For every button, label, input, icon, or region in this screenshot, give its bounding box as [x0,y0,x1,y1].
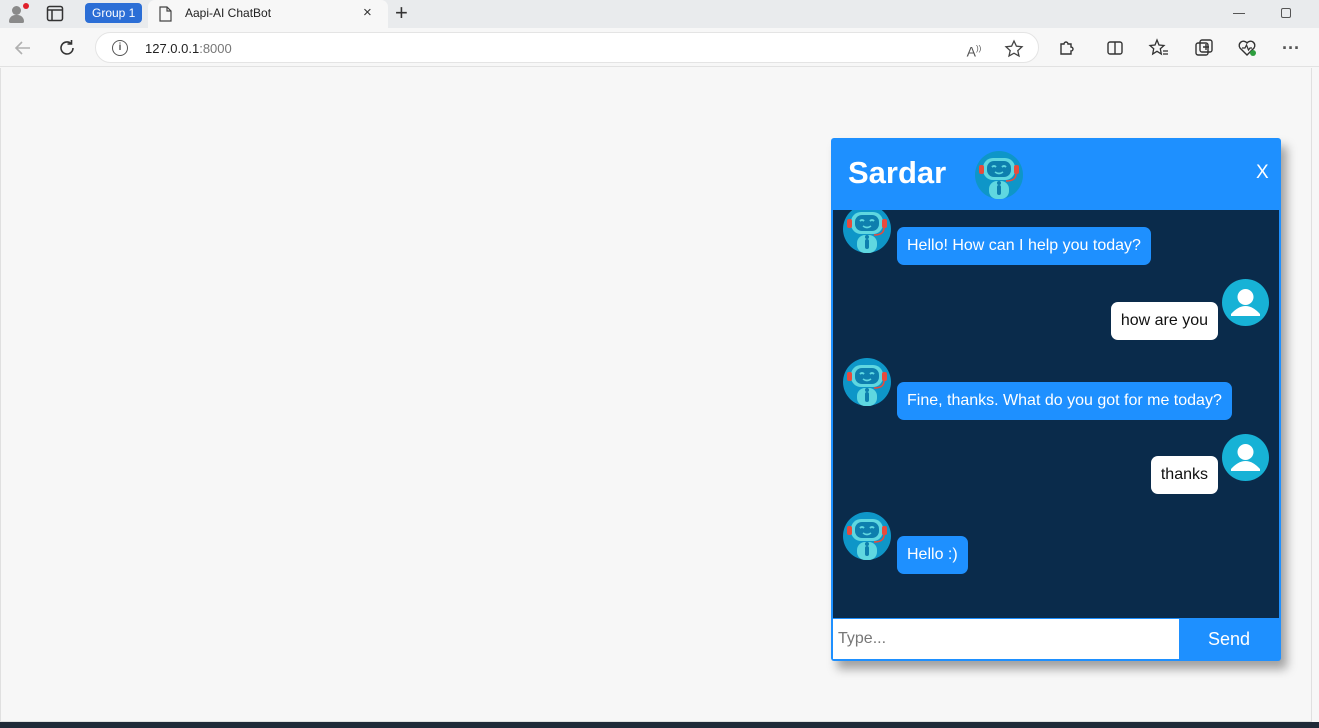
extensions-icon[interactable] [1055,37,1077,59]
back-icon[interactable] [12,37,34,59]
chat-input-bar: Send [833,619,1279,659]
user-avatar-icon [1222,279,1269,326]
profile-icon[interactable] [6,3,29,25]
bot-message: Fine, thanks. What do you got for me tod… [897,382,1232,420]
tab-title: Aapi-AI ChatBot [185,6,272,20]
new-tab-icon[interactable]: + [395,2,408,24]
favorites-icon[interactable] [1148,37,1170,59]
address-bar[interactable]: i 127.0.0.1:8000 A)) [95,32,1039,63]
read-aloud-icon[interactable]: A)) [964,39,984,60]
bot-avatar-icon [842,511,892,561]
minimize-icon[interactable] [1233,13,1245,14]
taskbar-edge [0,722,1319,728]
chat-header: Sardar X [831,138,1281,210]
browser-essentials-icon[interactable] [1236,37,1258,59]
bot-message: Hello :) [897,536,968,574]
chat-close-button[interactable]: X [1256,162,1269,184]
robot-avatar-icon [974,150,1024,200]
restore-icon[interactable] [1281,8,1291,18]
user-message: how are you [1110,302,1218,340]
page-icon [159,6,172,22]
refresh-icon[interactable] [56,37,78,59]
tab-actions-icon[interactable] [46,5,64,22]
tab-aapi-chatbot[interactable]: Aapi-AI ChatBot × [148,0,388,28]
send-button[interactable]: Send [1179,619,1279,659]
bot-message: Hello! How can I help you today? [897,227,1151,265]
browser-toolbar: i 127.0.0.1:8000 A)) ··· [0,28,1319,67]
tab-group-chip[interactable]: Group 1 [85,3,143,23]
chatbot-widget: Sardar X Hello! How can I help you today… [831,138,1281,661]
user-message: thanks [1150,456,1218,494]
chatbot-name: Sardar [848,155,947,190]
favorite-star-icon[interactable] [1004,39,1024,59]
tab-close-icon[interactable]: × [363,4,372,22]
tab-strip: Group 1 Aapi-AI ChatBot × + [0,0,1319,28]
more-icon[interactable]: ··· [1280,37,1302,59]
url-text[interactable]: 127.0.0.1:8000 [145,41,232,56]
chat-messages: Hello! How can I help you today? how are… [833,210,1279,618]
collections-icon[interactable] [1193,37,1215,59]
split-screen-icon[interactable] [1104,37,1126,59]
chat-message-input[interactable] [833,619,1179,659]
user-avatar-icon [1222,434,1269,481]
info-icon[interactable]: i [112,40,128,56]
bot-avatar-icon [842,357,892,407]
bot-avatar-icon [842,210,892,254]
